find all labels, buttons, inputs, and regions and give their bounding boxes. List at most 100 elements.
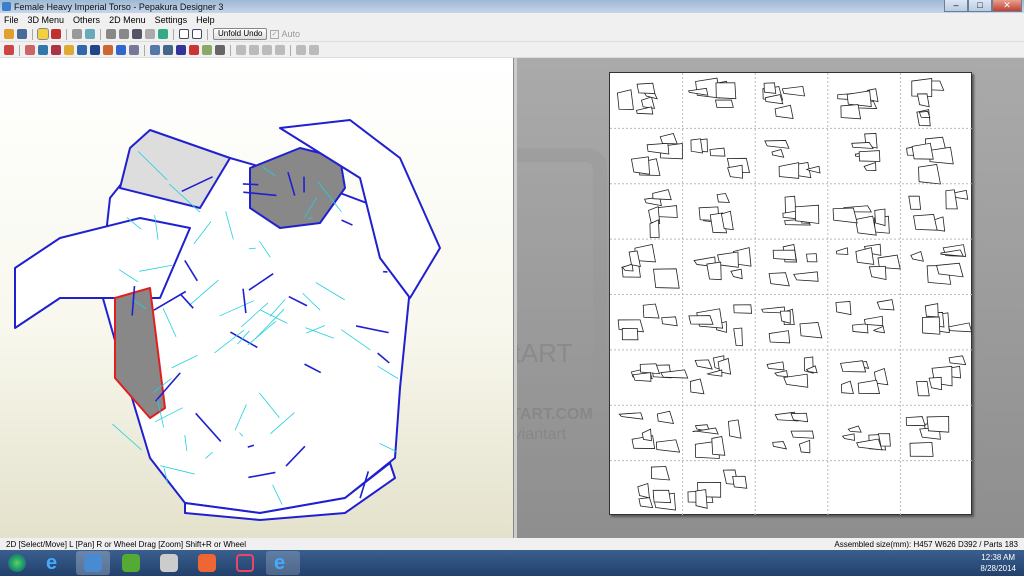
paper-part[interactable]	[918, 110, 931, 119]
taskbar-ie-2[interactable]: e	[266, 551, 300, 575]
paper-part[interactable]	[727, 164, 744, 179]
paper-part[interactable]	[868, 265, 887, 280]
paper-part[interactable]	[772, 249, 797, 261]
tool-icon-8[interactable]	[116, 45, 126, 55]
paper-part[interactable]	[652, 189, 672, 201]
tool-icon-19[interactable]	[275, 45, 285, 55]
paper-part[interactable]	[905, 416, 926, 427]
paper-part[interactable]	[652, 489, 672, 504]
paper-part[interactable]	[690, 138, 703, 154]
paper-part[interactable]	[618, 412, 644, 420]
paper-part[interactable]	[916, 93, 930, 108]
menu-help[interactable]: Help	[196, 15, 215, 25]
paper-part[interactable]	[638, 497, 654, 509]
cylinder-icon[interactable]	[119, 29, 129, 39]
paper-part[interactable]	[730, 268, 743, 280]
paper-part[interactable]	[835, 247, 849, 255]
paper-part[interactable]	[661, 316, 678, 327]
window-single-icon[interactable]	[179, 29, 189, 39]
menu-settings[interactable]: Settings	[155, 15, 188, 25]
paper-part[interactable]	[926, 415, 950, 433]
tool-icon-10[interactable]	[150, 45, 160, 55]
paper-part[interactable]	[847, 425, 862, 433]
tool-icon-9[interactable]	[129, 45, 139, 55]
tool-icon-1[interactable]	[25, 45, 35, 55]
paper-part[interactable]	[781, 85, 806, 97]
paper-part[interactable]	[872, 325, 886, 334]
taskbar-app-green[interactable]	[114, 551, 148, 575]
paper-part[interactable]	[948, 322, 973, 333]
paper-part[interactable]	[642, 303, 660, 319]
paper-part[interactable]	[798, 439, 811, 454]
2d-view[interactable]: deviantART WWW.DEVIANTART.COM (c) Zombie…	[517, 58, 1024, 538]
paper-part[interactable]	[621, 327, 639, 341]
paper-part[interactable]	[694, 359, 713, 370]
paper-part[interactable]	[653, 268, 680, 289]
paper-part[interactable]	[856, 438, 883, 451]
paper-part[interactable]	[656, 410, 675, 424]
paper-part[interactable]	[635, 106, 654, 115]
paper-part[interactable]	[716, 193, 730, 203]
paper-part[interactable]	[840, 104, 862, 120]
paper-part[interactable]	[793, 271, 819, 282]
tool-icon-2[interactable]	[38, 45, 48, 55]
paper-part[interactable]	[695, 489, 708, 509]
tool-icon-14[interactable]	[202, 45, 212, 55]
save-icon[interactable]	[17, 29, 27, 39]
paper-part[interactable]	[711, 435, 726, 456]
paper-part[interactable]	[840, 360, 867, 373]
paper-part[interactable]	[763, 82, 777, 94]
paper-part[interactable]	[841, 380, 854, 395]
menu-file[interactable]: File	[4, 15, 19, 25]
tool-icon-20[interactable]	[296, 45, 306, 55]
menu-2d[interactable]: 2D Menu	[109, 15, 146, 25]
tool-icon-7[interactable]	[103, 45, 113, 55]
paper-part[interactable]	[733, 327, 743, 347]
anchor-icon[interactable]	[132, 29, 142, 39]
tool-icon-11[interactable]	[163, 45, 173, 55]
paper-part[interactable]	[733, 304, 753, 314]
paper-part[interactable]	[650, 466, 670, 481]
tool-icon-12[interactable]	[176, 45, 186, 55]
rotate-icon[interactable]	[72, 29, 82, 39]
paper-part[interactable]	[778, 162, 800, 179]
view-icon[interactable]	[85, 29, 95, 39]
paper-part[interactable]	[637, 482, 650, 499]
paper-part[interactable]	[779, 310, 791, 324]
3d-view[interactable]	[0, 58, 513, 538]
tool-icon-5[interactable]	[77, 45, 87, 55]
minimize-button[interactable]: –	[944, 0, 968, 12]
paper-part[interactable]	[706, 369, 723, 377]
panel-icon[interactable]	[145, 29, 155, 39]
paper-part[interactable]	[715, 99, 734, 108]
paper-part[interactable]	[855, 215, 877, 236]
taskbar-app-pink[interactable]	[228, 551, 262, 575]
paper-part[interactable]	[863, 315, 884, 327]
tool-icon-3[interactable]	[51, 45, 61, 55]
paper-part[interactable]	[863, 161, 877, 171]
paper-part[interactable]	[913, 214, 938, 231]
maximize-button[interactable]: □	[968, 0, 992, 12]
paper-part[interactable]	[768, 272, 790, 287]
tool-icon-13[interactable]	[189, 45, 199, 55]
start-button[interactable]	[0, 551, 34, 575]
paper-part[interactable]	[857, 379, 881, 394]
paper-part[interactable]	[641, 428, 652, 442]
tool-icon-17[interactable]	[249, 45, 259, 55]
paper-part[interactable]	[911, 142, 934, 160]
paper-part[interactable]	[689, 378, 705, 395]
unfold-undo-button[interactable]: Unfold Undo	[213, 28, 268, 40]
paper-part[interactable]	[630, 156, 650, 175]
paper-part[interactable]	[877, 433, 891, 447]
paper-part[interactable]	[771, 149, 785, 158]
paper-part[interactable]	[832, 207, 858, 224]
paper-part[interactable]	[858, 150, 881, 162]
paper-part[interactable]	[851, 142, 874, 149]
tool-icon-6[interactable]	[90, 45, 100, 55]
paper-part[interactable]	[768, 330, 791, 344]
paper-part[interactable]	[715, 82, 737, 100]
paper-part[interactable]	[636, 82, 656, 94]
paper-part[interactable]	[876, 299, 895, 311]
paper-part[interactable]	[948, 355, 967, 366]
paper-part[interactable]	[929, 146, 954, 165]
